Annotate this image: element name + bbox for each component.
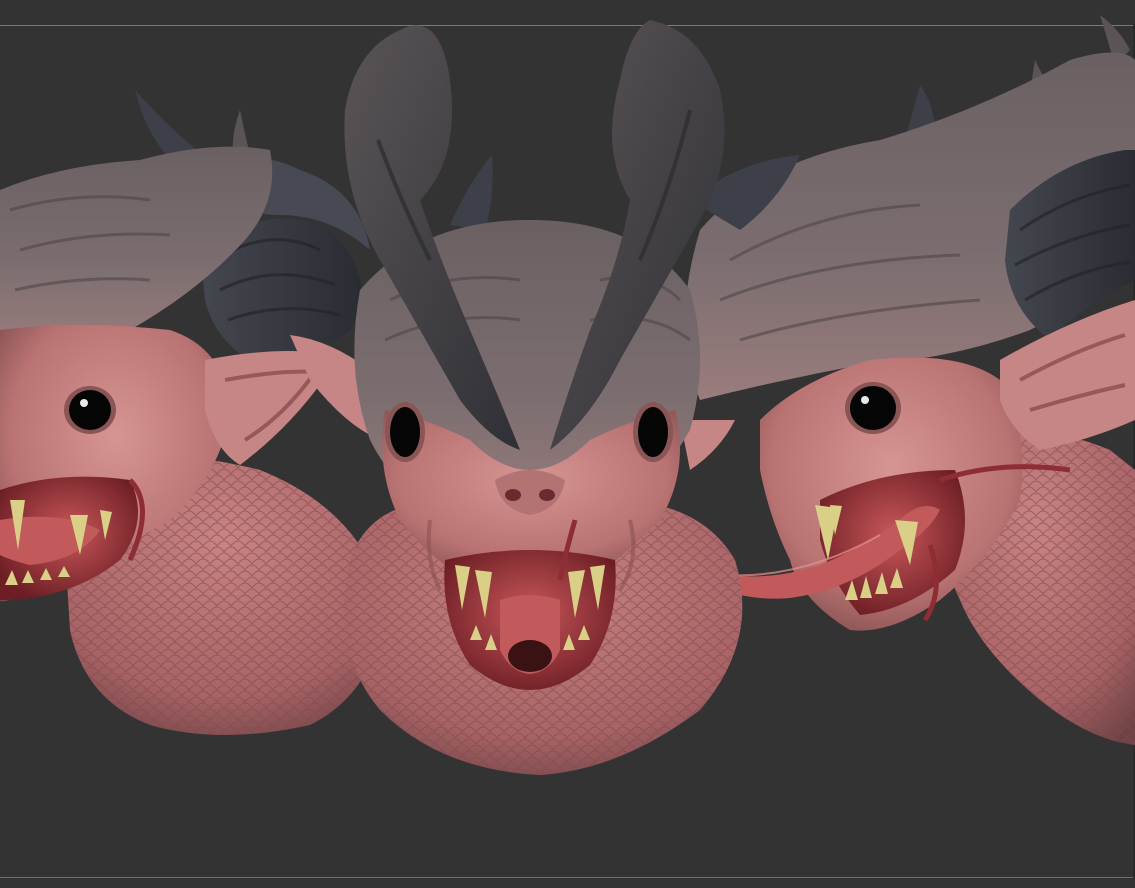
- left-head-eye: [69, 390, 111, 430]
- left-head: [0, 90, 385, 735]
- right-head-eye: [850, 386, 896, 430]
- sculpt-viewport[interactable]: [0, 0, 1135, 888]
- center-head: [290, 20, 800, 775]
- center-head-right-eye: [638, 407, 668, 457]
- center-head-left-eye: [390, 407, 420, 457]
- right-head: [685, 15, 1135, 745]
- creature-sculpt-render: [0, 15, 1135, 775]
